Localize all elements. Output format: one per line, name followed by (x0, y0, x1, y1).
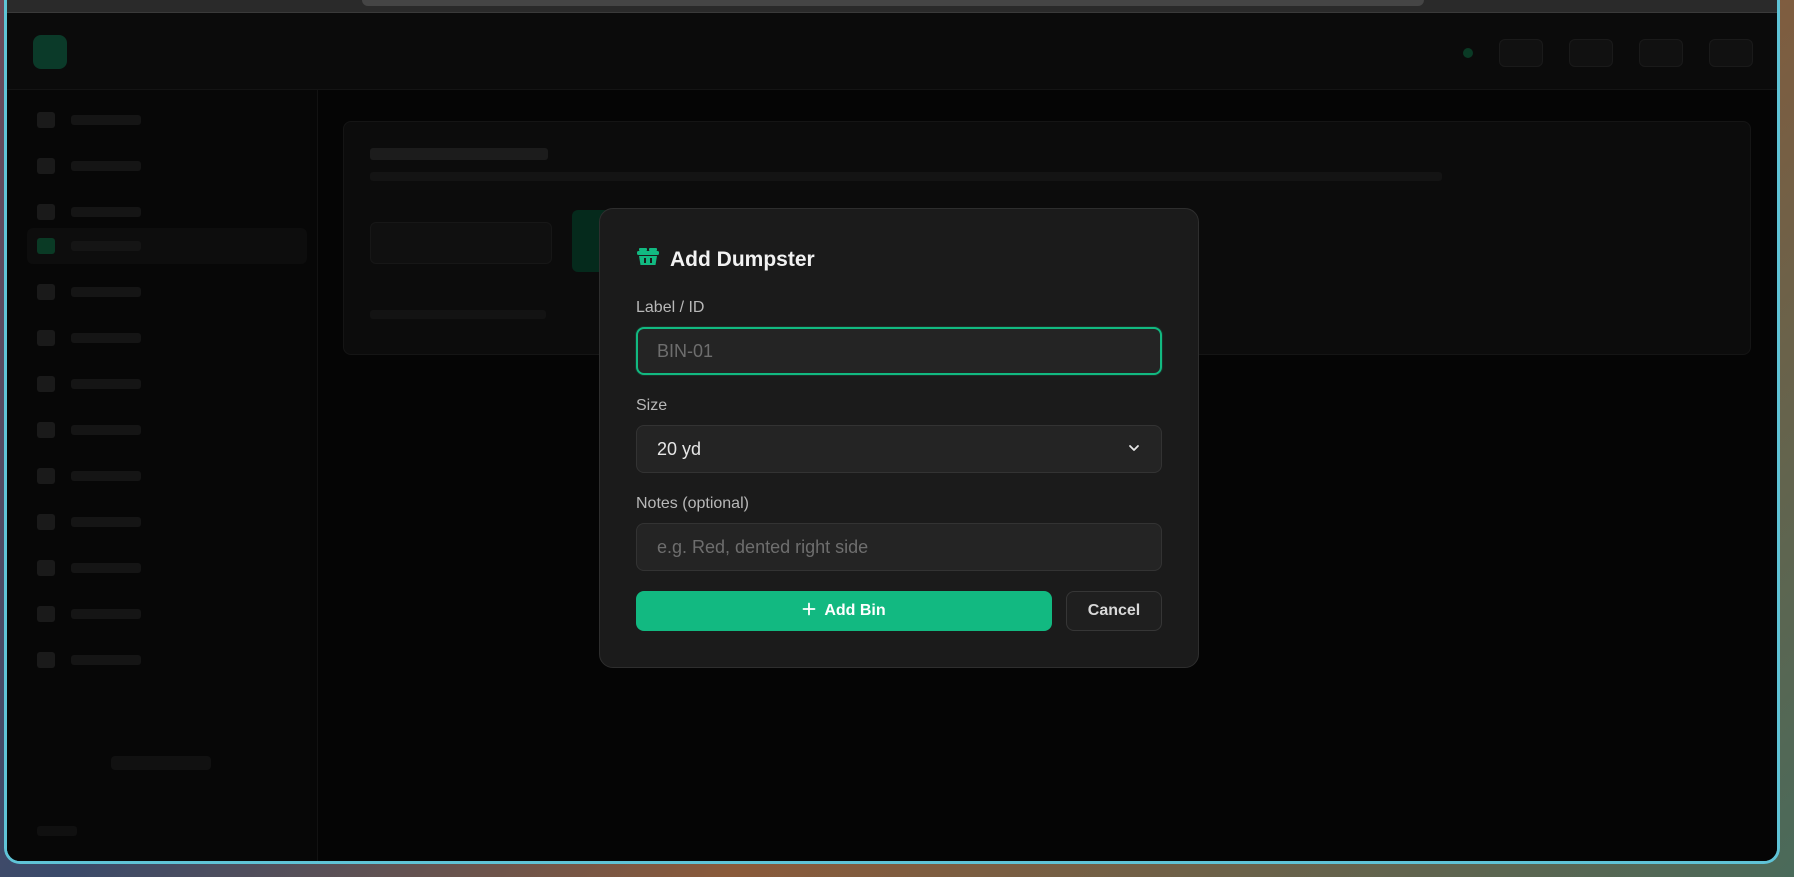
nav-label-placeholder (71, 287, 141, 297)
nav-icon (37, 158, 55, 174)
notes-label: Notes (optional) (636, 495, 749, 512)
sidebar-item-active (37, 236, 141, 256)
empty-state-text (370, 310, 546, 319)
nav-icon (37, 468, 55, 484)
top-action-button-2 (1569, 39, 1613, 67)
nav-icon (37, 606, 55, 622)
status-indicator-icon (1463, 48, 1473, 58)
content-title-placeholder (370, 148, 548, 160)
label-id-input[interactable] (636, 327, 1162, 375)
nav-label-placeholder (71, 333, 141, 343)
sidebar (7, 90, 318, 861)
size-select-value: 20 yd (657, 438, 702, 459)
nav-icon (37, 112, 55, 128)
sidebar-item (37, 604, 141, 624)
nav-label-placeholder (71, 115, 141, 125)
nav-label-placeholder (71, 655, 141, 665)
nav-icon (37, 204, 55, 220)
add-bin-label: Add Bin (824, 602, 886, 619)
top-action-button-4 (1709, 39, 1753, 67)
logo-icon (33, 35, 67, 69)
modal-title: Add Dumpster (670, 247, 815, 271)
modal-header: Add Dumpster (636, 247, 815, 272)
chevron-down-icon (1127, 439, 1141, 460)
cancel-button[interactable]: Cancel (1066, 591, 1162, 631)
sidebar-item (37, 420, 141, 440)
nav-label-placeholder (71, 609, 141, 619)
top-bar-actions (1463, 39, 1753, 67)
sidebar-item (37, 282, 141, 302)
size-label: Size (636, 397, 668, 414)
add-bin-button[interactable]: Add Bin (636, 591, 1052, 631)
nav-icon (37, 422, 55, 438)
sidebar-item (37, 374, 141, 394)
plus-icon (802, 602, 816, 621)
notes-input[interactable] (636, 523, 1162, 571)
size-select[interactable]: 20 yd (636, 425, 1162, 473)
add-dumpster-modal: Add Dumpster Label / ID Size 20 yd Notes… (599, 208, 1199, 668)
label-id-label: Label / ID (636, 299, 705, 316)
top-action-button-3 (1639, 39, 1683, 67)
nav-label-placeholder (71, 563, 141, 573)
nav-label-placeholder (71, 425, 141, 435)
nav-label-placeholder (71, 161, 141, 171)
sidebar-item (37, 650, 141, 670)
nav-icon (37, 330, 55, 346)
sidebar-footer-button (111, 756, 211, 770)
nav-label-placeholder (71, 471, 141, 481)
content-subtitle-placeholder (370, 172, 1442, 181)
nav-label-placeholder (71, 379, 141, 389)
nav-label-placeholder (71, 207, 141, 217)
sidebar-item (37, 202, 141, 222)
sidebar-item (37, 156, 141, 176)
address-bar[interactable] (362, 0, 1424, 6)
sidebar-version-text (37, 826, 77, 836)
sidebar-item (37, 328, 141, 348)
nav-label-placeholder (71, 517, 141, 527)
title-bar (7, 0, 1777, 13)
browser-window: Add Dumpster Label / ID Size 20 yd Notes… (4, 0, 1780, 864)
nav-icon (37, 560, 55, 576)
nav-icon (37, 376, 55, 392)
nav-icon (37, 652, 55, 668)
sidebar-item (37, 466, 141, 486)
sidebar-item (37, 512, 141, 532)
top-action-button-1 (1499, 39, 1543, 67)
dumpster-icon (636, 247, 660, 272)
nav-icon (37, 284, 55, 300)
top-bar (7, 13, 1777, 90)
nav-label-placeholder (71, 241, 141, 251)
sidebar-item (37, 558, 141, 578)
sidebar-item (37, 110, 141, 130)
filter-select (370, 222, 552, 264)
nav-icon (37, 514, 55, 530)
nav-icon (37, 238, 55, 254)
